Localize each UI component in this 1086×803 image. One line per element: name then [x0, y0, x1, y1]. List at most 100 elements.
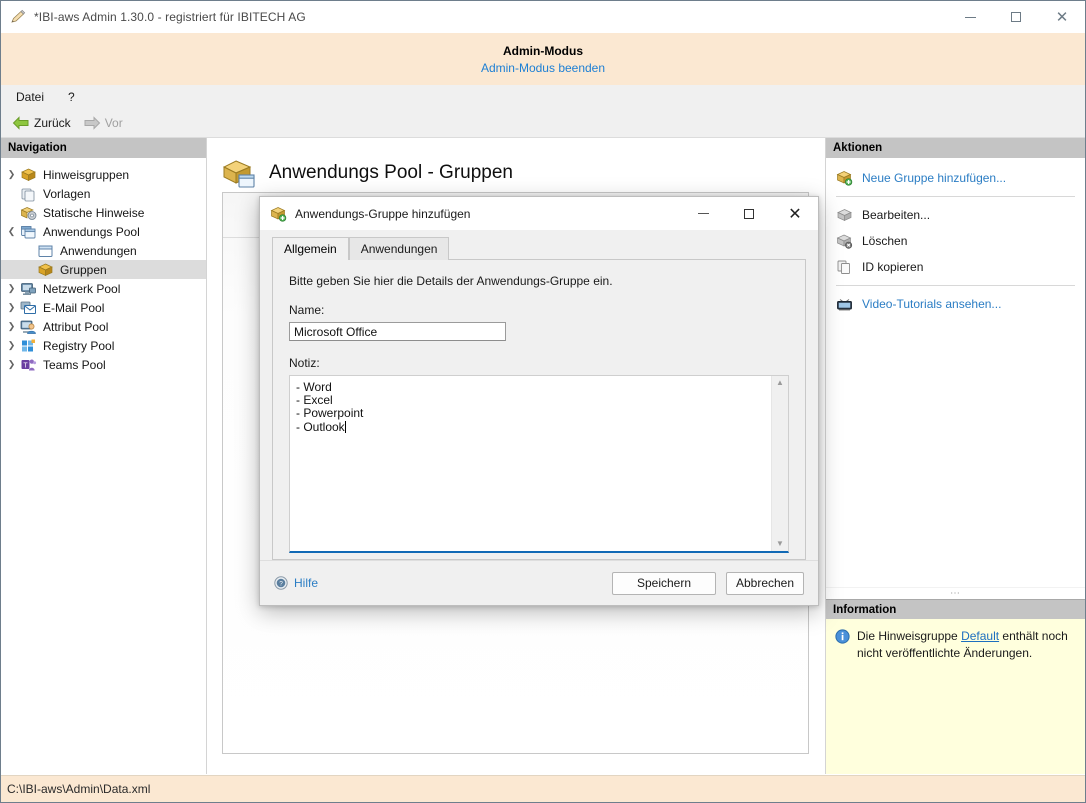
back-button[interactable]: Zurück [9, 115, 74, 131]
action-copy-id[interactable]: ID kopieren [826, 254, 1085, 280]
note-text: - Word - Excel - Powerpoint - Outlook [296, 380, 363, 434]
information-panel: Die Hinweisgruppe Default enthält noch n… [826, 619, 1085, 774]
action-edit[interactable]: Bearbeiten... [826, 202, 1085, 228]
navigation-panel: Navigation ❯ Hinweisgruppen ❯ [1, 138, 207, 774]
cancel-button[interactable]: Abbrechen [726, 572, 804, 595]
chevron-right-icon[interactable]: ❯ [3, 356, 20, 373]
sidebar-item-label: Anwendungs Pool [43, 225, 140, 239]
save-button[interactable]: Speichern [612, 572, 716, 595]
info-icon [835, 629, 850, 644]
text-caret [345, 421, 346, 433]
dialog-close-button[interactable]: ✕ [772, 197, 818, 230]
name-input[interactable] [289, 322, 506, 341]
action-label: Löschen [862, 234, 907, 248]
dialog-minimize-button[interactable] [680, 197, 726, 230]
admin-mode-title: Admin-Modus [503, 44, 583, 58]
menu-item-datei[interactable]: Datei [13, 88, 47, 106]
action-label: Bearbeiten... [862, 208, 930, 222]
admin-mode-banner: Admin-Modus Admin-Modus beenden [1, 33, 1085, 85]
minimize-button[interactable] [947, 1, 993, 33]
dialog-action-buttons: Speichern Abbrechen [612, 572, 804, 595]
sidebar-item-netzwerk-pool[interactable]: ❯ Netzwerk Pool [1, 279, 206, 298]
actions-list: Neue Gruppe hinzufügen... Bearbeiten... [826, 158, 1085, 587]
chevron-right-icon[interactable]: ❯ [3, 280, 20, 297]
action-label: ID kopieren [862, 260, 923, 274]
box-icon [37, 262, 54, 278]
sidebar-item-label: Registry Pool [43, 339, 114, 353]
information-text: Die Hinweisgruppe Default enthält noch n… [857, 628, 1073, 662]
chevron-down-icon[interactable]: ❮ [3, 223, 20, 240]
sidebar-item-anwendungen[interactable]: ❯ Anwendungen [1, 241, 206, 260]
sidebar-item-anwendungs-pool[interactable]: ❮ Anwendungs Pool [1, 222, 206, 241]
app-pool-group-icon [223, 158, 257, 189]
exit-admin-mode-link[interactable]: Admin-Modus beenden [481, 61, 605, 75]
delete-box-icon [836, 233, 853, 249]
page-title-area: Anwendungs Pool - Gruppen [207, 138, 825, 192]
sidebar-item-vorlagen[interactable]: ❯ Vorlagen [1, 184, 206, 203]
dialog-footer: ? Hilfe Speichern Abbrechen [260, 560, 818, 605]
chevron-right-icon[interactable]: ❯ [3, 337, 20, 354]
forward-label: Vor [105, 116, 123, 130]
sidebar-item-statische-hinweise[interactable]: ❯ Statische Hinweise [1, 203, 206, 222]
sidebar-item-gruppen[interactable]: ❯ Gruppen [1, 260, 206, 279]
chevron-right-icon[interactable]: ❯ [3, 318, 20, 335]
info-default-link[interactable]: Default [961, 629, 999, 643]
dialog-title: Anwendungs-Gruppe hinzufügen [295, 207, 470, 221]
close-icon: ✕ [788, 206, 801, 222]
actions-header: Aktionen [826, 138, 1085, 158]
actions-divider [836, 196, 1075, 197]
dialog-tab-page-allgemein: Bitte geben Sie hier die Details der Anw… [272, 260, 806, 560]
help-link[interactable]: ? Hilfe [274, 576, 318, 590]
splitter-grip-icon: ⋯ [950, 591, 961, 597]
sidebar-item-label: E-Mail Pool [43, 301, 104, 315]
sidebar-item-hinweisgruppen[interactable]: ❯ Hinweisgruppen [1, 165, 206, 184]
window-titlebar: *IBI-aws Admin 1.30.0 - registriert für … [1, 1, 1085, 33]
note-field-label: Notiz: [289, 356, 789, 370]
sidebar-item-attribut-pool[interactable]: ❯ Attribut Pool [1, 317, 206, 336]
forward-arrow-icon [83, 116, 101, 130]
action-label: Neue Gruppe hinzufügen... [862, 171, 1006, 185]
action-add-new-group[interactable]: Neue Gruppe hinzufügen... [826, 165, 1085, 191]
action-video-tutorials[interactable]: Video-Tutorials ansehen... [826, 291, 1085, 317]
chevron-right-icon[interactable]: ❯ [3, 166, 20, 183]
note-scrollbar[interactable]: ▲ ▼ [771, 376, 788, 551]
actions-divider [836, 285, 1075, 286]
close-button[interactable]: ✕ [1039, 1, 1085, 33]
menu-item-help[interactable]: ? [65, 88, 78, 106]
scroll-down-icon[interactable]: ▼ [776, 540, 784, 548]
svg-text:?: ? [279, 581, 283, 588]
network-icon [20, 281, 37, 297]
svg-text:T: T [23, 362, 28, 369]
maximize-button[interactable] [993, 1, 1039, 33]
panel-splitter[interactable]: ⋯ [826, 587, 1085, 599]
dialog-maximize-button[interactable] [726, 197, 772, 230]
box-add-icon [270, 206, 287, 222]
sidebar-item-email-pool[interactable]: ❯ E-Mail Pool [1, 298, 206, 317]
sidebar-item-label: Gruppen [60, 263, 107, 277]
templates-icon [20, 186, 37, 202]
note-textarea-container: - Word - Excel - Powerpoint - Outlook ▲ … [289, 375, 789, 553]
forward-button[interactable]: Vor [80, 115, 126, 131]
information-header: Information [826, 599, 1085, 619]
user-icon [20, 319, 37, 335]
scroll-up-icon[interactable]: ▲ [776, 379, 784, 387]
app-pool-icon [20, 224, 37, 240]
chevron-right-icon[interactable]: ❯ [3, 299, 20, 316]
action-delete[interactable]: Löschen [826, 228, 1085, 254]
close-icon: ✕ [1056, 10, 1069, 25]
sidebar-item-label: Attribut Pool [43, 320, 108, 334]
sidebar-item-label: Vorlagen [43, 187, 90, 201]
navigation-toolbar: Zurück Vor [1, 109, 1085, 138]
registry-icon [20, 338, 37, 354]
tab-anwendungen[interactable]: Anwendungen [349, 237, 450, 260]
mail-icon [20, 300, 37, 316]
sidebar-item-registry-pool[interactable]: ❯ Registry Pool [1, 336, 206, 355]
minimize-icon [965, 17, 976, 18]
sidebar-item-label: Hinweisgruppen [43, 168, 129, 182]
sidebar-item-teams-pool[interactable]: ❯ T Teams Pool [1, 355, 206, 374]
tab-allgemein[interactable]: Allgemein [272, 237, 349, 260]
maximize-icon [1011, 12, 1021, 22]
note-textarea[interactable]: - Word - Excel - Powerpoint - Outlook [290, 376, 771, 551]
navigation-header: Navigation [1, 138, 206, 158]
status-file-path: C:\IBI-aws\Admin\Data.xml [7, 782, 150, 796]
